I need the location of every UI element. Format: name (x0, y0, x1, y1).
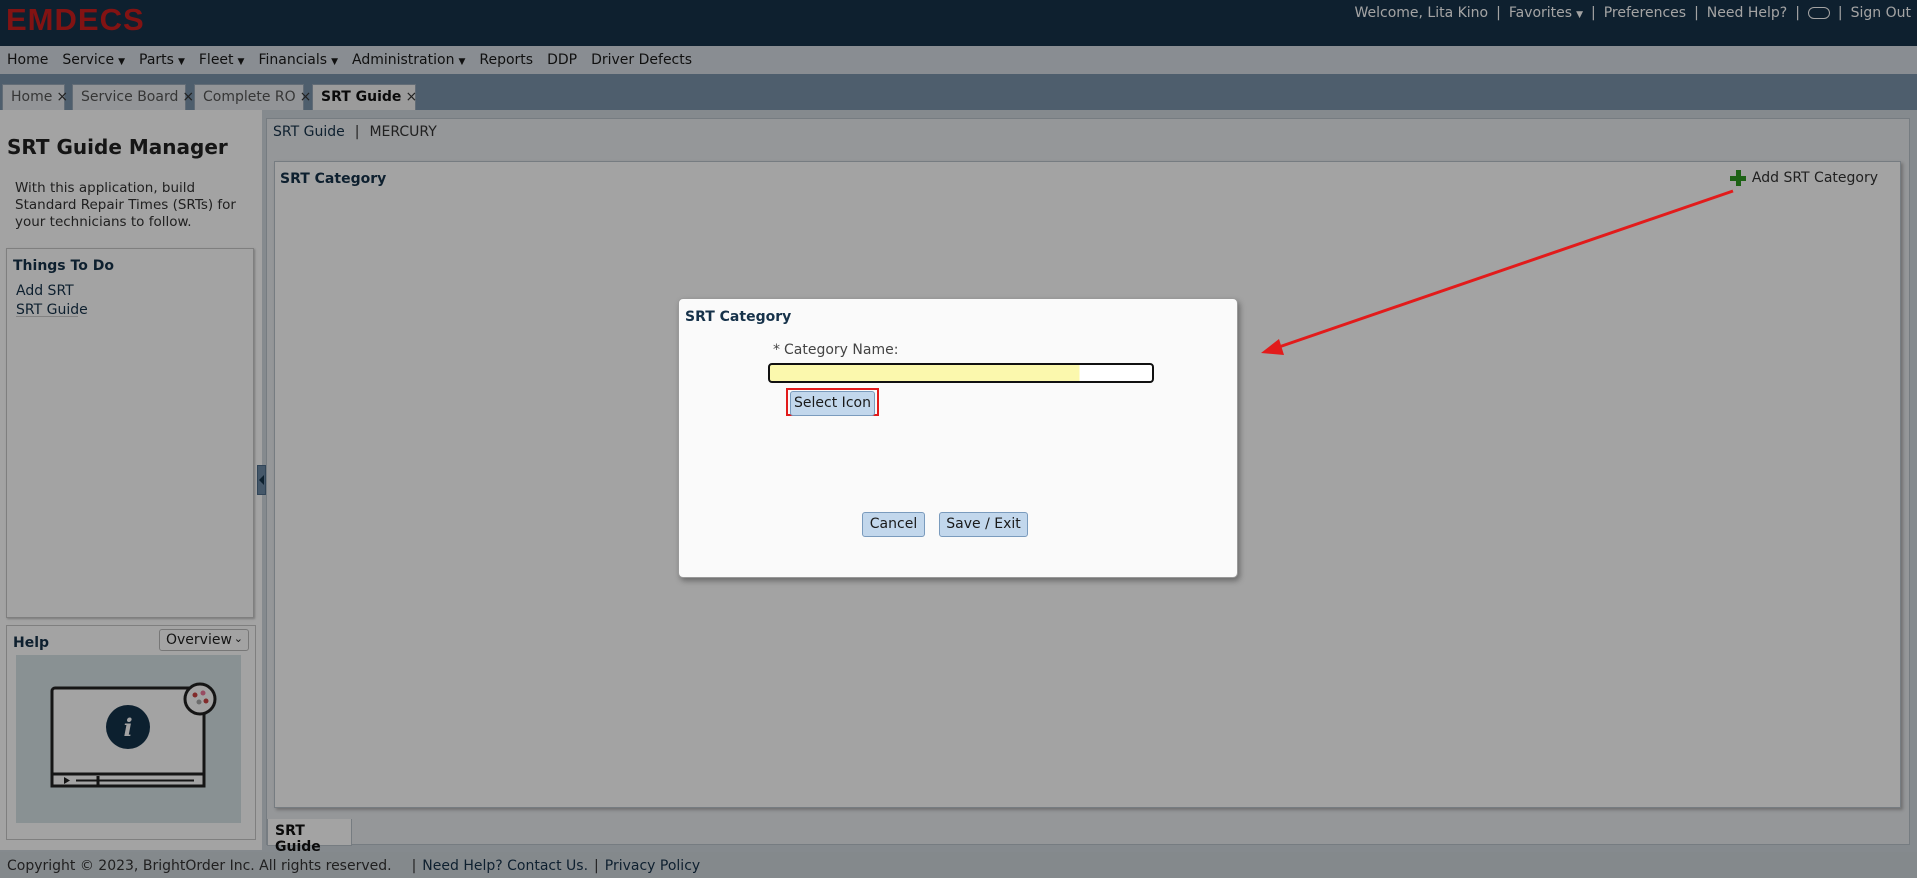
category-name-label: * Category Name: (773, 342, 899, 358)
category-name-input[interactable] (768, 363, 1154, 383)
select-icon-button[interactable]: Select Icon (790, 391, 875, 416)
required-marker: * (773, 342, 780, 358)
save-exit-button[interactable]: Save / Exit (939, 512, 1028, 537)
dialog-title: SRT Category (685, 309, 792, 325)
cancel-button[interactable]: Cancel (862, 512, 925, 537)
srt-category-dialog: SRT Category * Category Name: Select Icon… (678, 298, 1238, 578)
